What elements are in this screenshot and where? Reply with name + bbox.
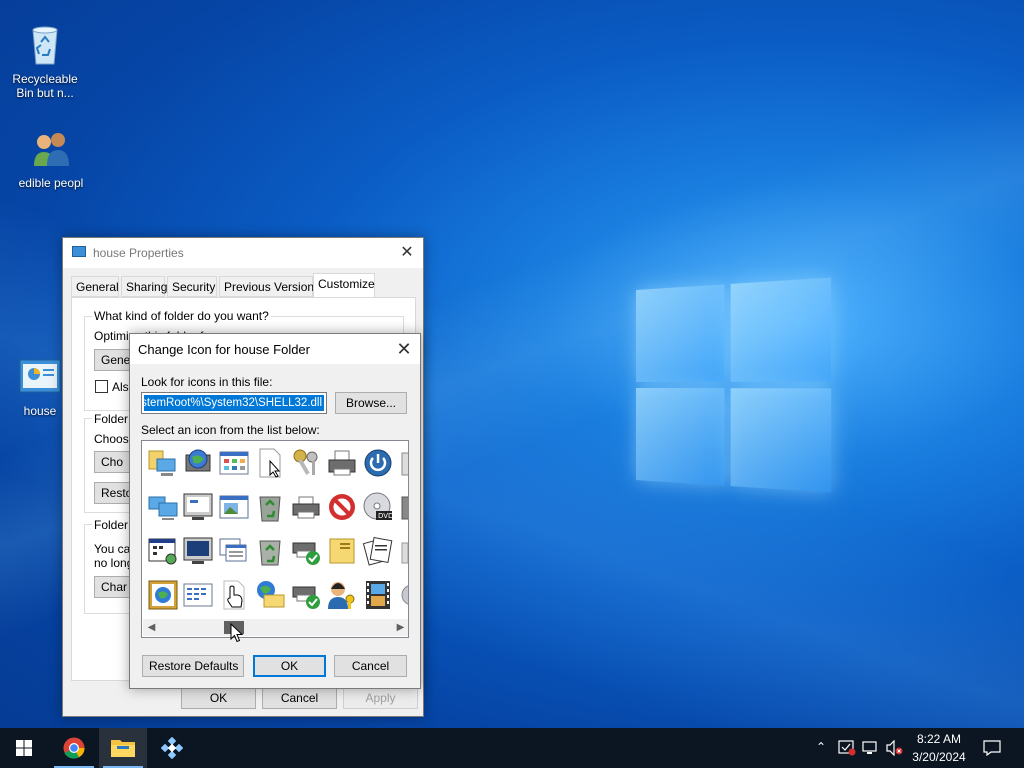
look-for-label: Look for icons in this file: [141, 375, 273, 389]
notes-folder-icon[interactable] [326, 535, 358, 567]
window-icon [72, 246, 86, 257]
start-button[interactable] [0, 728, 48, 768]
select-icon-label: Select an icon from the list below: [141, 423, 320, 437]
restore-defaults-button[interactable]: Restore Defaults [142, 655, 244, 677]
also-apply-checkbox[interactable] [95, 380, 108, 393]
partial-icon-4[interactable] [398, 579, 408, 611]
ok-button[interactable]: OK [253, 655, 326, 677]
power-icon[interactable] [362, 447, 394, 479]
user-key-icon[interactable] [326, 579, 358, 611]
list-window-icon[interactable] [182, 579, 214, 611]
printer-icon[interactable] [326, 447, 358, 479]
chrome-icon [63, 737, 85, 759]
tab-general[interactable]: General [71, 276, 119, 297]
network-computers-icon[interactable] [147, 491, 179, 523]
picture-frame-globe-icon[interactable] [147, 579, 179, 611]
taskbar-app[interactable] [148, 728, 196, 768]
partial-icon-3[interactable] [398, 535, 408, 567]
monitor-icon[interactable] [182, 491, 214, 523]
folder-custom-icon [18, 356, 62, 400]
papers-icon[interactable] [362, 535, 394, 567]
tab-sharing[interactable]: Sharing [121, 276, 167, 297]
printer-check-icon[interactable] [290, 535, 322, 567]
cancel-button[interactable]: Cancel [262, 687, 337, 709]
title-bar[interactable]: house Properties ✕ [63, 238, 423, 268]
taskbar-file-explorer[interactable] [99, 728, 147, 768]
document-cursor-icon[interactable] [254, 447, 286, 479]
show-hidden-icons-chevron-up-icon[interactable]: ⌃ [816, 740, 826, 754]
dvd-icon[interactable]: DVD [362, 491, 394, 523]
network-icon[interactable] [862, 740, 880, 756]
recycle-bin-full-icon[interactable] [254, 491, 286, 523]
icon-list[interactable]: DVD ◀ ▶ [141, 440, 409, 638]
folder-icons-text: You ca [94, 542, 131, 556]
monitor-blank-icon[interactable] [182, 535, 214, 567]
scroll-left-icon[interactable]: ◀ [143, 619, 160, 636]
browse-button[interactable]: Browse... [335, 392, 407, 414]
close-icon[interactable]: ✕ [397, 243, 417, 263]
start-icon [16, 740, 32, 756]
horizontal-scrollbar[interactable]: ◀ ▶ [143, 619, 408, 636]
tab-customize[interactable]: Customize [313, 273, 375, 298]
taskbar-chrome[interactable] [50, 728, 98, 768]
desktop-icon-edible-people[interactable]: edible peopl [9, 128, 93, 190]
icon-file-path-text: ystemRoot%\System32\SHELL32.dll [144, 395, 324, 411]
recycle-bin-empty-icon[interactable] [254, 535, 286, 567]
ok-button[interactable]: OK [181, 687, 256, 709]
change-icon-dialog: Change Icon for house Folder ✕ Look for … [129, 333, 421, 689]
security-icon[interactable] [838, 740, 856, 756]
window-image-icon[interactable] [218, 491, 250, 523]
prohibited-icon[interactable] [326, 491, 358, 523]
scroll-right-icon[interactable]: ▶ [392, 619, 408, 636]
file-explorer-icon [111, 740, 135, 757]
svg-text:DVD: DVD [378, 512, 393, 520]
apply-button[interactable]: Apply [343, 687, 418, 709]
window-title: house Properties [93, 246, 184, 260]
windows-logo-wallpaper [636, 277, 832, 493]
printer-check-2-icon[interactable] [290, 579, 322, 611]
globe-folder-icon[interactable] [254, 579, 286, 611]
clock-date[interactable]: 3/20/2024 [909, 750, 969, 764]
title-bar[interactable]: Change Icon for house Folder ✕ [130, 334, 420, 364]
window-settings-icon[interactable] [147, 535, 179, 567]
recycle-bin-icon [23, 24, 67, 68]
partial-icon-2[interactable] [398, 491, 408, 523]
windows-stack-icon[interactable] [218, 535, 250, 567]
network-folder-icon[interactable] [147, 447, 179, 479]
keys-icon[interactable] [290, 447, 322, 479]
cancel-button[interactable]: Cancel [334, 655, 407, 677]
tab-previous-versions[interactable]: Previous Versions [219, 276, 320, 297]
dialog-title: Change Icon for house Folder [138, 342, 310, 357]
icon-file-path-input[interactable]: ystemRoot%\System32\SHELL32.dll [141, 392, 327, 414]
printer-small-icon[interactable] [290, 491, 322, 523]
control-panel-icon[interactable] [218, 447, 250, 479]
folder-type-heading: What kind of folder do you want? [92, 309, 271, 323]
close-icon[interactable]: ✕ [394, 339, 414, 359]
tab-security[interactable]: Security [167, 276, 217, 297]
mouse-cursor-icon [230, 623, 244, 643]
clock-time[interactable]: 8:22 AM [909, 732, 969, 746]
volume-muted-icon[interactable] [886, 740, 904, 756]
desktop-icon-recycle-bin[interactable]: Recycleable Bin but n... [3, 24, 87, 100]
film-icon[interactable] [362, 579, 394, 611]
users-icon [29, 128, 73, 172]
notifications-icon[interactable] [983, 740, 1001, 756]
taskbar: ⌃ 8:22 AM 3/20/2024 [0, 728, 1024, 768]
globe-computer-icon[interactable] [182, 447, 214, 479]
hand-cursor-icon[interactable] [218, 579, 250, 611]
partial-icon[interactable] [398, 447, 408, 479]
app-icon [161, 737, 183, 759]
